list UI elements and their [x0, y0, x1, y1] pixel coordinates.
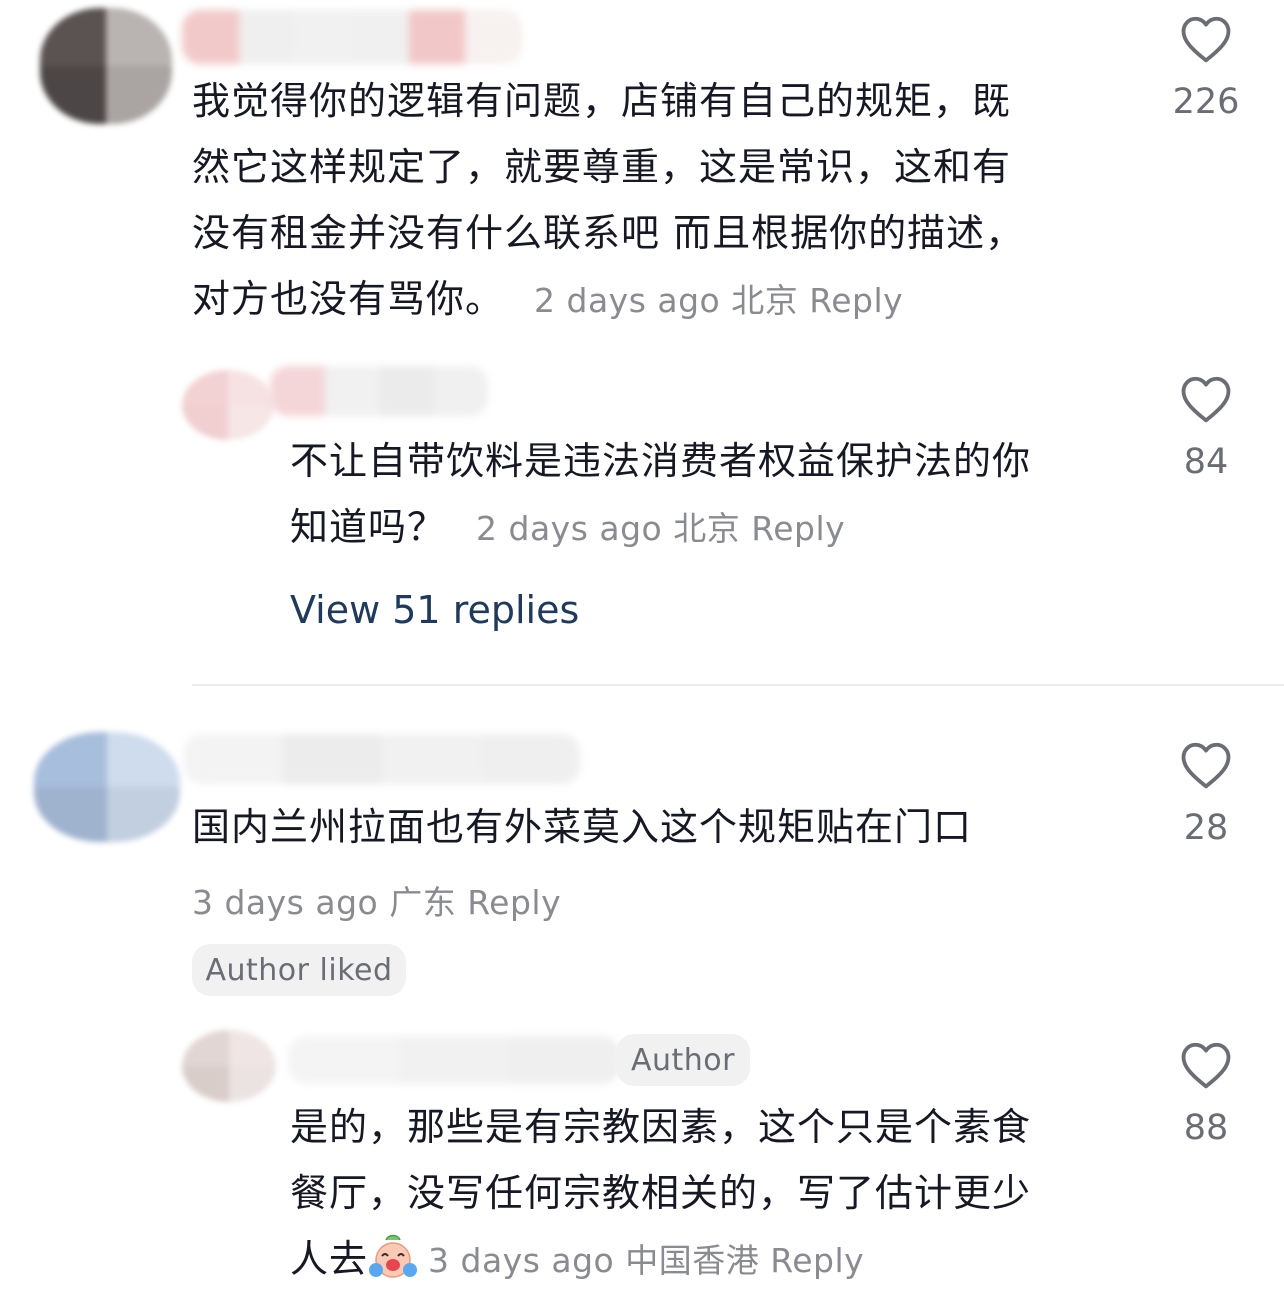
- reply-button[interactable]: Reply: [809, 281, 903, 320]
- divider: [192, 684, 1284, 686]
- author-liked-badge: Author liked: [192, 944, 406, 996]
- heart-icon[interactable]: [1179, 740, 1233, 790]
- location: 中国香港: [625, 1241, 760, 1280]
- username[interactable]: [182, 10, 522, 64]
- location: 广东: [389, 883, 457, 922]
- username[interactable]: [184, 734, 580, 784]
- author-tag: Author: [616, 1034, 750, 1086]
- crying-laughing-face-icon: [369, 1234, 418, 1278]
- avatar[interactable]: [40, 8, 172, 124]
- comment-text: 我觉得你的逻辑有问题，店铺有自己的规矩，既 然它这样规定了，就要尊重，这是常识，…: [192, 79, 1025, 321]
- comment-meta: 3 days ago 广东 Reply: [192, 876, 561, 924]
- reply-button[interactable]: Reply: [751, 509, 845, 548]
- reply-button[interactable]: Reply: [467, 883, 561, 922]
- comment-meta: 3 days ago 中国香港 Reply: [428, 1241, 864, 1280]
- timestamp: 3 days ago: [428, 1241, 615, 1280]
- comment-text: 国内兰州拉面也有外菜莫入这个规矩贴在门口: [192, 805, 973, 849]
- location: 北京: [731, 281, 799, 320]
- location: 北京: [673, 509, 741, 548]
- comment-text: 是的，那些是有宗教因素，这个只是个素食 餐厅，没写任何宗教相关的，写了估计更少 …: [290, 1105, 1032, 1281]
- username[interactable]: [288, 1036, 620, 1084]
- like-area: 226: [1146, 14, 1266, 122]
- like-count: 84: [1183, 442, 1229, 482]
- heart-icon[interactable]: [1179, 1040, 1233, 1090]
- timestamp: 2 days ago: [534, 281, 721, 320]
- like-area: 88: [1146, 1040, 1266, 1148]
- heart-icon[interactable]: [1179, 14, 1233, 64]
- comment-text: 不让自带饮料是违法消费者权益保护法的你 知道吗？ 2 days ago 北京 Re…: [290, 439, 1032, 549]
- comment-meta: 2 days ago 北京 Reply: [534, 281, 903, 320]
- avatar[interactable]: [182, 370, 274, 440]
- like-count: 88: [1183, 1108, 1229, 1148]
- avatar[interactable]: [34, 732, 180, 842]
- avatar[interactable]: [182, 1030, 276, 1102]
- comment-meta: 2 days ago 北京 Reply: [476, 509, 845, 548]
- timestamp: 2 days ago: [476, 509, 663, 548]
- like-area: 28: [1146, 740, 1266, 848]
- timestamp: 3 days ago: [192, 883, 379, 922]
- username[interactable]: [270, 366, 488, 416]
- heart-icon[interactable]: [1179, 374, 1233, 424]
- like-count: 226: [1172, 82, 1240, 122]
- reply-button[interactable]: Reply: [770, 1241, 864, 1280]
- like-area: 84: [1146, 374, 1266, 482]
- like-count: 28: [1183, 808, 1229, 848]
- view-replies-link[interactable]: View 51 replies: [290, 588, 579, 632]
